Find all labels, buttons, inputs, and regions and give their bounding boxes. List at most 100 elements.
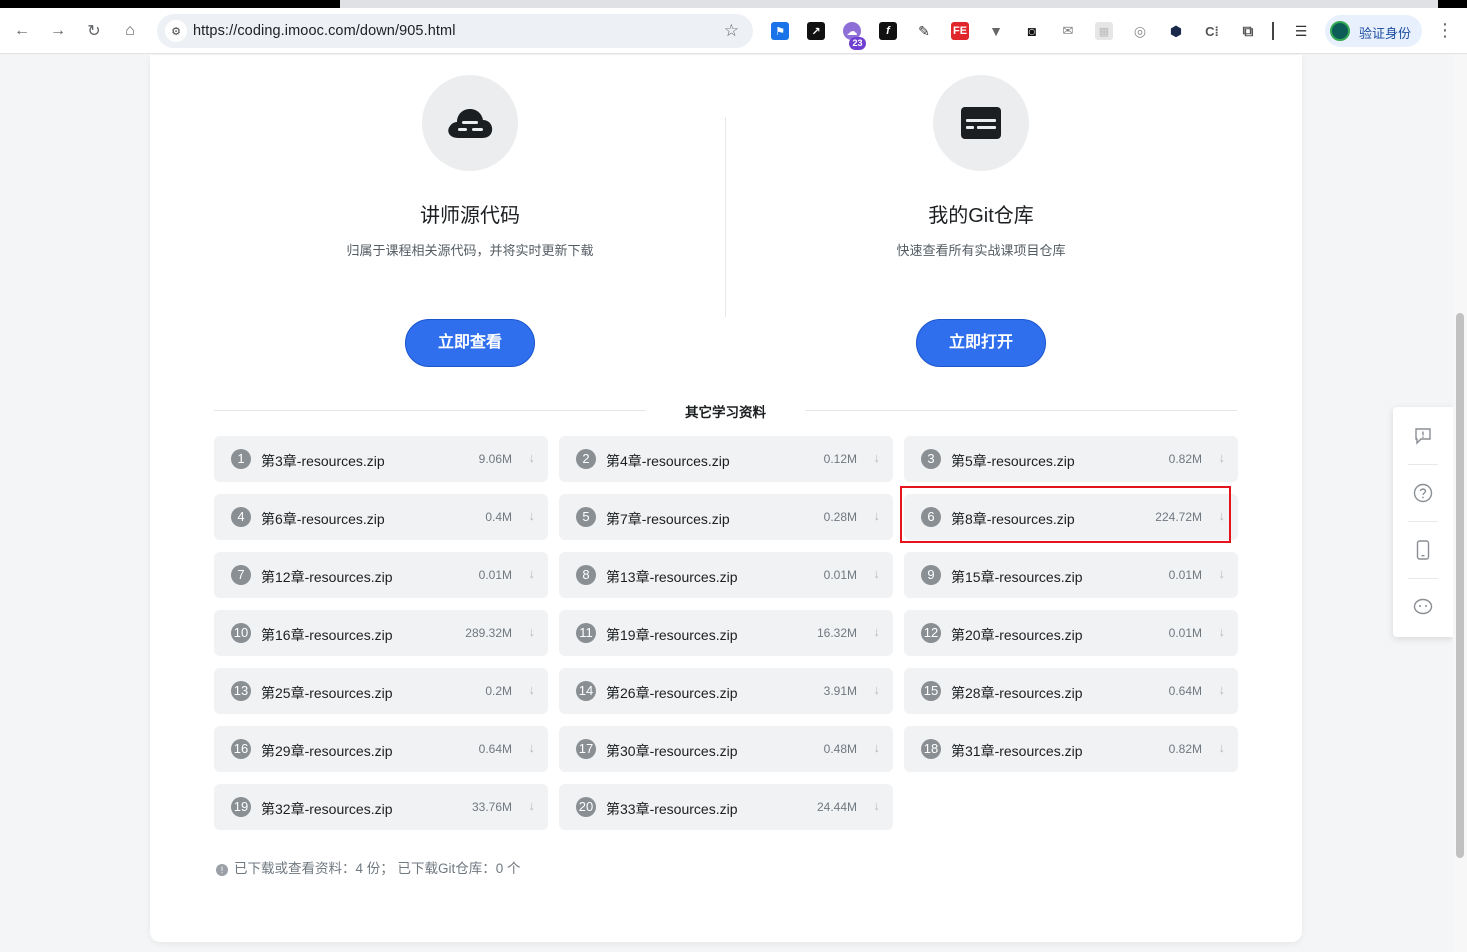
file-index-badge: 5 [576, 507, 596, 527]
file-index-badge: 14 [576, 681, 596, 701]
address-bar[interactable]: ⚙ https://coding.imooc.com/down/905.html… [157, 14, 753, 48]
fe-extension-icon[interactable]: FE [951, 22, 969, 40]
download-icon[interactable]: ↓ [529, 508, 536, 523]
chat-icon[interactable] [1393, 578, 1453, 635]
file-item[interactable]: 5 第7章-resources.zip 0.28M ↓ [559, 494, 893, 540]
file-index-badge: 19 [231, 797, 251, 817]
hexagon-extension-icon[interactable]: ⬢ [1167, 22, 1185, 40]
file-name[interactable]: 第31章-resources.zip [951, 741, 1083, 761]
file-name[interactable]: 第5章-resources.zip [951, 451, 1075, 471]
glasses-extension-icon[interactable]: ◙ [1023, 22, 1041, 40]
download-icon[interactable]: ↓ [529, 798, 536, 813]
file-item[interactable]: 15 第28章-resources.zip 0.64M ↓ [904, 668, 1238, 714]
file-name[interactable]: 第4章-resources.zip [606, 451, 730, 471]
site-settings-icon[interactable]: ⚙ [165, 20, 187, 42]
back-arrow-icon[interactable]: ← [9, 18, 35, 44]
download-icon[interactable]: ↓ [874, 682, 881, 697]
file-name[interactable]: 第6章-resources.zip [261, 509, 385, 529]
file-index-badge: 15 [921, 681, 941, 701]
file-item[interactable]: 17 第30章-resources.zip 0.48M ↓ [559, 726, 893, 772]
target-extension-icon[interactable]: ◎ [1131, 22, 1149, 40]
file-name[interactable]: 第3章-resources.zip [261, 451, 385, 471]
file-name[interactable]: 第30章-resources.zip [606, 741, 738, 761]
file-item[interactable]: 13 第25章-resources.zip 0.2M ↓ [214, 668, 548, 714]
file-item[interactable]: 8 第13章-resources.zip 0.01M ↓ [559, 552, 893, 598]
scrollbar-thumb[interactable] [1456, 313, 1464, 858]
file-name[interactable]: 第28章-resources.zip [951, 683, 1083, 703]
file-item[interactable]: 20 第33章-resources.zip 24.44M ↓ [559, 784, 893, 830]
file-item[interactable]: 14 第26章-resources.zip 3.91M ↓ [559, 668, 893, 714]
forward-arrow-icon[interactable]: → [45, 18, 71, 44]
formula-extension-icon[interactable]: f [879, 22, 897, 40]
grid-extension-icon[interactable]: ▦ [1095, 22, 1113, 40]
mobile-icon[interactable] [1393, 521, 1453, 578]
file-name[interactable]: 第15章-resources.zip [951, 567, 1083, 587]
file-index-badge: 18 [921, 739, 941, 759]
file-item[interactable]: 10 第16章-resources.zip 289.32M ↓ [214, 610, 548, 656]
file-item[interactable]: 12 第20章-resources.zip 0.01M ↓ [904, 610, 1238, 656]
file-name[interactable]: 第16章-resources.zip [261, 625, 393, 645]
download-icon[interactable]: ↓ [874, 566, 881, 581]
download-icon[interactable]: ↓ [529, 740, 536, 755]
file-item[interactable]: 9 第15章-resources.zip 0.01M ↓ [904, 552, 1238, 598]
file-name[interactable]: 第29章-resources.zip [261, 741, 393, 761]
file-item[interactable]: 3 第5章-resources.zip 0.82M ↓ [904, 436, 1238, 482]
file-item[interactable]: 2 第4章-resources.zip 0.12M ↓ [559, 436, 893, 482]
file-name[interactable]: 第13章-resources.zip [606, 567, 738, 587]
download-icon[interactable]: ↓ [1219, 566, 1226, 581]
help-icon[interactable] [1393, 464, 1453, 521]
open-now-button[interactable]: 立即打开 [916, 319, 1046, 367]
view-now-button[interactable]: 立即查看 [405, 319, 535, 367]
feedback-icon[interactable] [1393, 407, 1453, 464]
file-item[interactable]: 1 第3章-resources.zip 9.06M ↓ [214, 436, 548, 482]
url-text[interactable]: https://coding.imooc.com/down/905.html [193, 23, 456, 39]
download-icon[interactable]: ↓ [529, 450, 536, 465]
file-size: 3.91M [823, 684, 857, 698]
mail-extension-icon[interactable]: ✉ [1059, 22, 1077, 40]
file-item[interactable]: 18 第31章-resources.zip 0.82M ↓ [904, 726, 1238, 772]
download-icon[interactable]: ↓ [529, 624, 536, 639]
download-icon[interactable]: ↓ [874, 508, 881, 523]
reload-icon[interactable]: ↻ [81, 18, 107, 44]
file-name[interactable]: 第19章-resources.zip [606, 625, 738, 645]
download-icon[interactable]: ↓ [1219, 740, 1226, 755]
file-item[interactable]: 19 第32章-resources.zip 33.76M ↓ [214, 784, 548, 830]
reading-list-icon[interactable]: ☰ [1292, 22, 1310, 40]
file-name[interactable]: 第25章-resources.zip [261, 683, 393, 703]
code-extension-icon[interactable]: C⁞ [1203, 22, 1221, 40]
puzzle-extensions-icon[interactable]: ⧉ [1239, 22, 1257, 40]
flag-extension-icon[interactable]: ⚑ [771, 22, 789, 40]
eyedropper-extension-icon[interactable]: ✎ [915, 22, 933, 40]
file-name[interactable]: 第26章-resources.zip [606, 683, 738, 703]
file-name[interactable]: 第7章-resources.zip [606, 509, 730, 529]
vue-extension-icon[interactable]: ▼ [987, 22, 1005, 40]
file-name[interactable]: 第12章-resources.zip [261, 567, 393, 587]
file-item[interactable]: 7 第12章-resources.zip 0.01M ↓ [214, 552, 548, 598]
profile-avatar [1330, 21, 1350, 41]
chart-extension-icon[interactable]: ↗ [807, 22, 825, 40]
file-item[interactable]: 11 第19章-resources.zip 16.32M ↓ [559, 610, 893, 656]
file-name[interactable]: 第32章-resources.zip [261, 799, 393, 819]
file-name[interactable]: 第20章-resources.zip [951, 625, 1083, 645]
download-icon[interactable]: ↓ [1219, 450, 1226, 465]
file-size: 0.64M [1168, 684, 1202, 698]
download-icon[interactable]: ↓ [874, 740, 881, 755]
file-index-badge: 20 [576, 797, 596, 817]
download-icon[interactable]: ↓ [874, 624, 881, 639]
file-item[interactable]: 4 第6章-resources.zip 0.4M ↓ [214, 494, 548, 540]
download-icon[interactable]: ↓ [874, 450, 881, 465]
file-name[interactable]: 第33章-resources.zip [606, 799, 738, 819]
profile-verify-button[interactable]: 验证身份 [1325, 15, 1422, 47]
download-icon[interactable]: ↓ [1219, 624, 1226, 639]
bookmark-star-icon[interactable]: ☆ [724, 21, 739, 41]
download-icon[interactable]: ↓ [874, 798, 881, 813]
download-icon[interactable]: ↓ [529, 566, 536, 581]
source-code-feature: 讲师源代码 归属于课程相关源代码，并将实时更新下载 立即查看 [290, 75, 650, 367]
home-icon[interactable]: ⌂ [117, 18, 143, 44]
download-icon[interactable]: ↓ [1219, 682, 1226, 697]
file-item[interactable]: 16 第29章-resources.zip 0.64M ↓ [214, 726, 548, 772]
more-menu-icon[interactable]: ⋮ [1436, 20, 1454, 41]
file-size: 0.01M [478, 568, 512, 582]
download-icon[interactable]: ↓ [529, 682, 536, 697]
file-size: 0.82M [1168, 452, 1202, 466]
